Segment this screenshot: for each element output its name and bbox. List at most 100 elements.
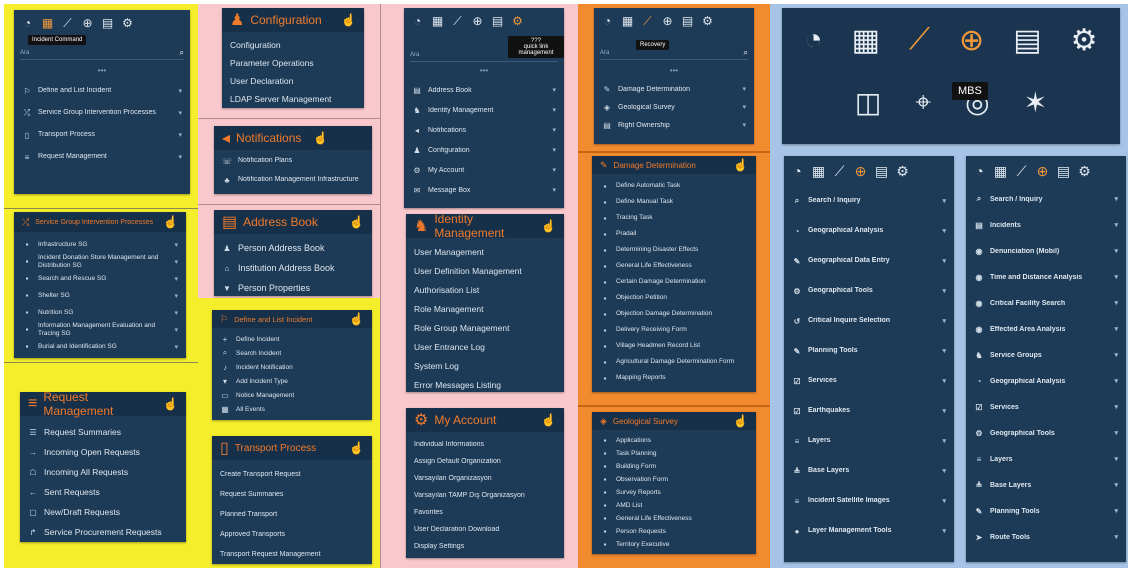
menu-item[interactable]: ◔ Geographical Analysis ▾ — [784, 216, 954, 246]
menu-item[interactable]: ✎ Planning Tools ▾ — [784, 336, 954, 366]
menu-item[interactable]: ✉ Message Box ▾ — [404, 180, 564, 200]
document-icon[interactable]: ▤ — [490, 14, 505, 29]
menu-item[interactable]: ▤ Right Ownership ▾ — [594, 116, 754, 134]
menu-header[interactable]: ≡ Request Management ☝ — [20, 392, 186, 418]
menu-item[interactable]: ▯ Transport Process ▾ — [14, 124, 190, 146]
menu-header[interactable]: ⤮ Service Group Intervention Processes ☝ — [14, 212, 186, 232]
satellite-dish-icon[interactable]: ◔ — [790, 163, 805, 179]
menu-item[interactable]: ☖ Incoming All Requests — [20, 462, 186, 482]
menu-item[interactable]: ≡ Incident Satellite Images ▾ — [784, 486, 954, 516]
chart-trend-icon[interactable]: ⟋ — [909, 23, 930, 57]
menu-item[interactable]: ≡ Request Management ▾ — [14, 146, 190, 168]
menu-item[interactable]: User Declaration — [222, 72, 364, 90]
search-input[interactable]: Ara ⌕ — [20, 46, 184, 60]
menu-item[interactable]: ↺ Critical Inquire Selection ▾ — [784, 306, 954, 336]
menu-item[interactable]: ▪ Infrastructure SG ▾ — [14, 236, 186, 253]
calendar-icon[interactable]: ▦ — [993, 163, 1008, 179]
menu-header[interactable]: ◈ Geological Survey ☝ — [592, 412, 756, 430]
calendar-icon[interactable]: ▦ — [40, 16, 55, 31]
menu-item[interactable]: ▪ Delivery Receiving Form — [592, 322, 756, 338]
menu-item[interactable]: ≡ Layers ▾ — [966, 446, 1126, 472]
menu-item[interactable]: ⌕ Search / Inquiry ▾ — [966, 186, 1126, 212]
menu-item[interactable]: ♞ Identity Management ▾ — [404, 100, 564, 120]
menu-item[interactable]: ▪ Incident Donation Store Management and … — [14, 253, 186, 270]
satellite-dish-icon[interactable]: ◔ — [20, 16, 35, 31]
menu-item[interactable]: ≜ Base Layers ▾ — [784, 456, 954, 486]
menu-item[interactable]: ◉ Effected Area Analysis ▾ — [966, 316, 1126, 342]
menu-item[interactable]: ▪ General Life Effectiveness — [592, 258, 756, 274]
menu-header[interactable]: ◂ Notifications ☝ — [214, 126, 372, 150]
menu-item[interactable]: + Define Incident — [212, 332, 372, 346]
menu-item[interactable]: ▪ Agricultural Damage Determination Form — [592, 354, 756, 370]
menu-item[interactable]: ▤ Incidents ▾ — [966, 212, 1126, 238]
menu-item[interactable]: ▪ Tracing Task — [592, 210, 756, 226]
menu-item[interactable]: Parameter Operations — [222, 54, 364, 72]
satellite-dish-icon[interactable]: ◔ — [805, 23, 823, 57]
menu-item[interactable]: ≜ Base Layers ▾ — [966, 472, 1126, 498]
menu-item[interactable]: ⚙ Geographical Tools ▾ — [966, 420, 1126, 446]
route-icon[interactable]: ⌖ — [915, 86, 931, 119]
globe-icon[interactable]: ⊕ — [660, 14, 675, 29]
menu-item[interactable]: Transport Request Management — [212, 544, 372, 564]
menu-item[interactable]: ⌕ Search Incident — [212, 346, 372, 360]
menu-item[interactable]: ▪ Shelter SG ▾ — [14, 287, 186, 304]
menu-item[interactable]: ☑ Earthquakes ▾ — [784, 396, 954, 426]
menu-item[interactable]: ▪ Objection Damage Determination — [592, 306, 756, 322]
document-icon[interactable]: ▤ — [874, 163, 889, 179]
satellite-dish-icon[interactable]: ◔ — [600, 14, 615, 29]
menu-header[interactable]: ⚙ My Account ☝ — [406, 408, 564, 432]
menu-item[interactable]: Role Group Management — [406, 318, 564, 337]
chart-trend-icon[interactable]: ⟋ — [832, 163, 847, 179]
menu-item[interactable]: ♟ Person Address Book — [214, 238, 372, 258]
menu-item[interactable]: ▤ Address Book ▾ — [404, 80, 564, 100]
globe-icon[interactable]: ⊕ — [1035, 163, 1050, 179]
gear-icon[interactable]: ⚙ — [895, 163, 910, 179]
menu-item[interactable]: ▪ Applications — [592, 434, 756, 447]
menu-item[interactable]: ▪ Task Planning — [592, 447, 756, 460]
menu-item[interactable]: ▪ Territory Executive — [592, 538, 756, 551]
gear-icon[interactable]: ⚙ — [120, 16, 135, 31]
menu-item[interactable]: ≡ Layers ▾ — [784, 426, 954, 456]
menu-item[interactable]: ♞ Service Groups ▾ — [966, 342, 1126, 368]
menu-item[interactable]: ▪ Nutrition SG ▾ — [14, 304, 186, 321]
satellite-dish-icon[interactable]: ◔ — [410, 14, 425, 29]
chart-trend-icon[interactable]: ⟋ — [450, 14, 465, 29]
gear-icon[interactable]: ⚙ — [1077, 163, 1092, 179]
menu-item[interactable]: ◔ Geographical Analysis ▾ — [966, 368, 1126, 394]
menu-item[interactable]: ▪ Information Management Evaluation and T… — [14, 321, 186, 338]
menu-item[interactable]: ▾ Add Incident Type — [212, 374, 372, 388]
menu-item[interactable]: ☰ Request Summaries — [20, 422, 186, 442]
menu-item[interactable]: ☑ Services ▾ — [966, 394, 1126, 420]
menu-item[interactable]: ▪ Define Automatic Task — [592, 178, 756, 194]
menu-item[interactable]: User Management — [406, 242, 564, 261]
menu-item[interactable]: User Declaration Download — [406, 521, 564, 538]
menu-item[interactable]: ⚙ Geographical Tools ▾ — [784, 276, 954, 306]
menu-item[interactable]: ▪ AMD List — [592, 499, 756, 512]
menu-item[interactable]: ⚐ Define and List Incident ▾ — [14, 80, 190, 102]
menu-item[interactable]: Display Settings — [406, 538, 564, 555]
menu-item[interactable]: ☏ Notification Plans — [214, 152, 372, 171]
menu-item[interactable]: ▪ Determining Disaster Effects — [592, 242, 756, 258]
map-icon[interactable]: ◫ — [855, 86, 881, 119]
menu-item[interactable]: ▪ Pradail — [592, 226, 756, 242]
menu-item[interactable]: Individual Informations — [406, 436, 564, 453]
menu-item[interactable]: ⌂ Institution Address Book — [214, 258, 372, 278]
menu-item[interactable]: ⤮ Service Group Intervention Processes ▾ — [14, 102, 190, 124]
document-icon[interactable]: ▤ — [1056, 163, 1071, 179]
globe-icon[interactable]: ⊕ — [853, 163, 868, 179]
menu-item[interactable]: ▪ Building Form — [592, 460, 756, 473]
menu-item[interactable]: ⚙ My Account ▾ — [404, 160, 564, 180]
menu-item[interactable]: ☑ Services ▾ — [784, 366, 954, 396]
search-input[interactable]: Ara ⌕ — [600, 46, 748, 60]
menu-item[interactable]: ▭ Notice Management — [212, 388, 372, 402]
menu-item[interactable]: ▢ New/Draft Requests — [20, 502, 186, 522]
menu-item[interactable]: Varsayılan Organizasyon — [406, 470, 564, 487]
menu-item[interactable]: User Definition Management — [406, 261, 564, 280]
menu-item[interactable]: LDAP Server Management — [222, 90, 364, 108]
document-icon[interactable]: ▤ — [680, 14, 695, 29]
globe-icon[interactable]: ⊕ — [959, 23, 984, 58]
menu-item[interactable]: Configuration — [222, 36, 364, 54]
menu-item[interactable]: ♣ Notification Management Infrastructure — [214, 171, 372, 190]
menu-item[interactable]: Authorisation List — [406, 280, 564, 299]
menu-header[interactable]: ▯ Transport Process ☝ — [212, 436, 372, 460]
